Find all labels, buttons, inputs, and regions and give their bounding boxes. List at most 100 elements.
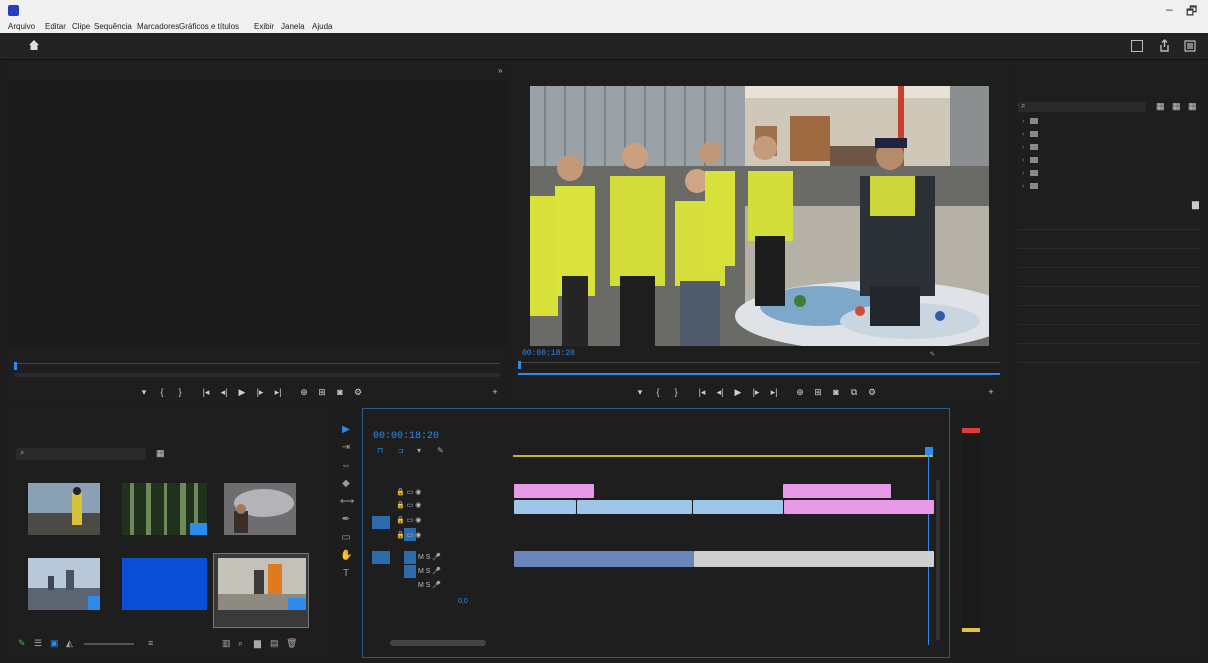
track-target-a1[interactable] — [404, 551, 416, 564]
source-patch-a1[interactable] — [372, 551, 390, 564]
menu-help[interactable]: Ajuda — [312, 22, 332, 31]
a3-mute-icon[interactable]: M S 🎤 — [418, 581, 441, 589]
a1-mute-icon[interactable]: M S 🎤 — [418, 553, 441, 561]
source-scrubber[interactable] — [14, 362, 500, 371]
32bit-effects-icon[interactable]: ▦ — [1172, 101, 1181, 112]
accelerated-effects-icon[interactable]: ▦ — [1156, 101, 1165, 112]
clip-v2-1[interactable] — [514, 484, 594, 498]
program-scrubber[interactable] — [518, 361, 1000, 376]
wrench-timeline-icon[interactable]: ✎ — [437, 446, 444, 455]
program-video-frame[interactable] — [530, 86, 989, 346]
ripple-edit-icon[interactable]: ⇔ — [340, 460, 352, 472]
share-icon[interactable] — [1158, 39, 1171, 52]
v3-lock-icon[interactable]: 🔒 ▭ ◉ — [396, 488, 421, 496]
v1-lock-icon[interactable]: 🔒 ▭ ◉ — [396, 516, 421, 524]
folder-lumetri[interactable]: › — [1022, 131, 1042, 138]
delete-icon[interactable]: 🗑 — [286, 638, 297, 649]
source-patch-v1[interactable] — [372, 516, 390, 529]
folder-presets[interactable]: › — [1022, 118, 1042, 125]
menu-window[interactable]: Janela — [281, 22, 305, 31]
effects-search-input[interactable]: ⌕ — [1018, 101, 1146, 112]
folder-audio-transitions[interactable]: › — [1022, 157, 1042, 164]
find-icon[interactable]: ⌕ — [238, 638, 243, 649]
export-frame-icon[interactable]: ◙ — [334, 387, 346, 397]
folder-video-transitions[interactable]: › — [1022, 183, 1042, 190]
track-select-icon[interactable]: ⇥ — [340, 442, 352, 454]
section-8[interactable] — [1018, 346, 1200, 363]
go-to-out-icon[interactable]: ▸| — [768, 387, 780, 398]
step-forward-icon[interactable]: |▸ — [750, 387, 762, 398]
hand-tool-icon[interactable]: ✋ — [340, 550, 352, 562]
wrench-icon[interactable]: ✎ — [930, 349, 935, 359]
go-to-out-icon[interactable]: ▸| — [272, 387, 284, 398]
add-marker-icon[interactable]: ▾ — [138, 387, 150, 398]
new-bin-icon[interactable]: ▦ — [156, 448, 165, 459]
source-viewer[interactable] — [8, 80, 508, 348]
settings-icon[interactable]: ⚙ — [866, 387, 878, 398]
new-folder-icon[interactable]: ▆ — [1192, 199, 1199, 210]
freeform-view-icon[interactable]: ◭ — [66, 638, 73, 649]
fullscreen-icon[interactable] — [1184, 40, 1196, 52]
home-icon[interactable] — [28, 39, 40, 51]
new-item-icon[interactable]: ▤ — [270, 638, 279, 649]
mark-in-icon[interactable]: { — [156, 387, 168, 397]
overwrite-icon[interactable]: ⊞ — [316, 387, 328, 398]
new-bin-footer-icon[interactable]: ▆ — [254, 638, 261, 649]
section-3[interactable] — [1018, 251, 1200, 268]
work-area-bar[interactable] — [513, 455, 933, 457]
program-add-button[interactable]: + — [985, 387, 997, 397]
folder-video-effects[interactable]: › — [1022, 170, 1042, 177]
selection-tool-icon[interactable]: ▶ — [340, 424, 352, 436]
mark-in-icon[interactable]: { — [652, 387, 664, 397]
timeline-playhead-marker[interactable] — [925, 447, 933, 455]
panel-menu-icon[interactable]: » — [498, 66, 502, 75]
export-frame-icon[interactable]: ◙ — [830, 387, 842, 397]
section-6[interactable] — [1018, 308, 1200, 325]
extract-icon[interactable]: ⊞ — [812, 387, 824, 398]
clip-v1-3[interactable] — [693, 500, 783, 514]
type-tool-icon[interactable]: T — [340, 568, 352, 580]
v2-lock-icon[interactable]: 🔒 ▭ ◉ — [396, 501, 421, 509]
list-view-icon[interactable]: ☰ — [34, 638, 42, 649]
menu-file[interactable]: Arquivo — [8, 22, 35, 31]
snap-icon[interactable]: ⊓ — [377, 446, 383, 455]
menu-sequence[interactable]: Sequência — [94, 22, 132, 31]
section-5[interactable] — [1018, 289, 1200, 306]
clip-v1-2[interactable] — [577, 500, 692, 514]
comparison-icon[interactable]: ⧉ — [848, 387, 860, 398]
section-2[interactable] — [1018, 232, 1200, 249]
icon-view-icon[interactable]: ▣ — [50, 638, 59, 649]
v0-lock-icon[interactable]: 🔒 ▭ ◉ — [396, 531, 421, 539]
program-playhead[interactable] — [518, 361, 521, 369]
clip-a1-1[interactable] — [514, 551, 694, 567]
pen-tool-icon[interactable]: ✒ — [340, 514, 352, 526]
play-icon[interactable]: ▶ — [732, 387, 744, 398]
clip-a1-2[interactable] — [694, 551, 934, 567]
menu-markers[interactable]: Marcadores — [137, 22, 179, 31]
menu-edit[interactable]: Editar — [45, 22, 66, 31]
media-thumbnail-5[interactable] — [122, 558, 207, 610]
go-to-in-icon[interactable]: |◂ — [696, 387, 708, 398]
razor-tool-icon[interactable]: ◆ — [340, 478, 352, 490]
insert-icon[interactable]: ⊕ — [298, 387, 310, 398]
automate-icon[interactable]: ▥ — [222, 638, 231, 649]
add-marker-icon[interactable]: ▾ — [634, 387, 646, 398]
program-zoom-bar[interactable] — [518, 373, 1000, 375]
add-marker-timeline-icon[interactable]: ▾ — [417, 446, 421, 455]
media-thumbnail-2[interactable] — [122, 483, 207, 535]
step-back-icon[interactable]: ◂| — [218, 387, 230, 398]
project-search-input[interactable]: ⌕ — [16, 448, 146, 460]
section-7[interactable] — [1018, 327, 1200, 344]
timeline-vertical-scrollbar[interactable] — [936, 480, 940, 640]
section-4[interactable] — [1018, 270, 1200, 287]
linked-selection-icon[interactable]: ⊐ — [397, 446, 404, 455]
track-target-a2[interactable] — [404, 565, 416, 578]
menu-graphics[interactable]: Gráficos e títulos — [179, 22, 239, 31]
step-back-icon[interactable]: ◂| — [714, 387, 726, 398]
clip-v2-2[interactable] — [783, 484, 891, 498]
rectangle-tool-icon[interactable]: ▭ — [340, 532, 352, 544]
timeline-timecode[interactable]: 00:00:18:20 — [373, 431, 439, 442]
program-timecode[interactable]: 00:00:18:20 — [522, 349, 575, 358]
media-thumbnail-4[interactable] — [28, 558, 100, 610]
mark-out-icon[interactable]: } — [670, 387, 682, 397]
